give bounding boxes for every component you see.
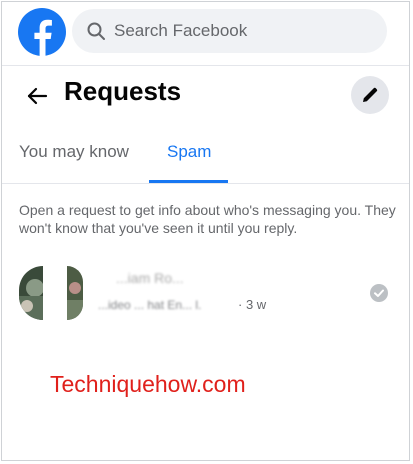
search-bar[interactable] [72, 9, 387, 53]
search-input[interactable] [114, 21, 374, 41]
avatar [19, 266, 43, 320]
window-frame: Requests You may know Spam Open a reques… [1, 1, 410, 461]
back-button[interactable] [22, 81, 52, 111]
info-text: Open a request to get info about who's m… [19, 202, 396, 236]
top-bar [2, 2, 409, 62]
tabs-divider [2, 183, 409, 184]
edit-button[interactable] [351, 76, 389, 114]
tab-spam[interactable]: Spam [167, 142, 211, 162]
tab-you-may-know[interactable]: You may know [19, 142, 129, 162]
search-icon [87, 22, 105, 40]
facebook-logo-icon[interactable] [18, 8, 66, 56]
pencil-icon [363, 87, 378, 102]
watermark-text: Techniquehow.com [50, 371, 246, 397]
top-divider [2, 65, 409, 66]
request-timestamp: · 3 w [238, 297, 267, 312]
page-title: Requests [64, 76, 182, 106]
check-circle-icon [370, 284, 388, 302]
arrow-left-icon [27, 87, 48, 105]
request-row[interactable]: ...iam Ro... ...ideo ... hat En... l. · … [2, 260, 409, 326]
avatar-right-part [67, 266, 83, 320]
request-sender-name: ...iam Ro... [116, 270, 184, 286]
request-message-preview: ...ideo ... hat En... l. [98, 298, 202, 312]
